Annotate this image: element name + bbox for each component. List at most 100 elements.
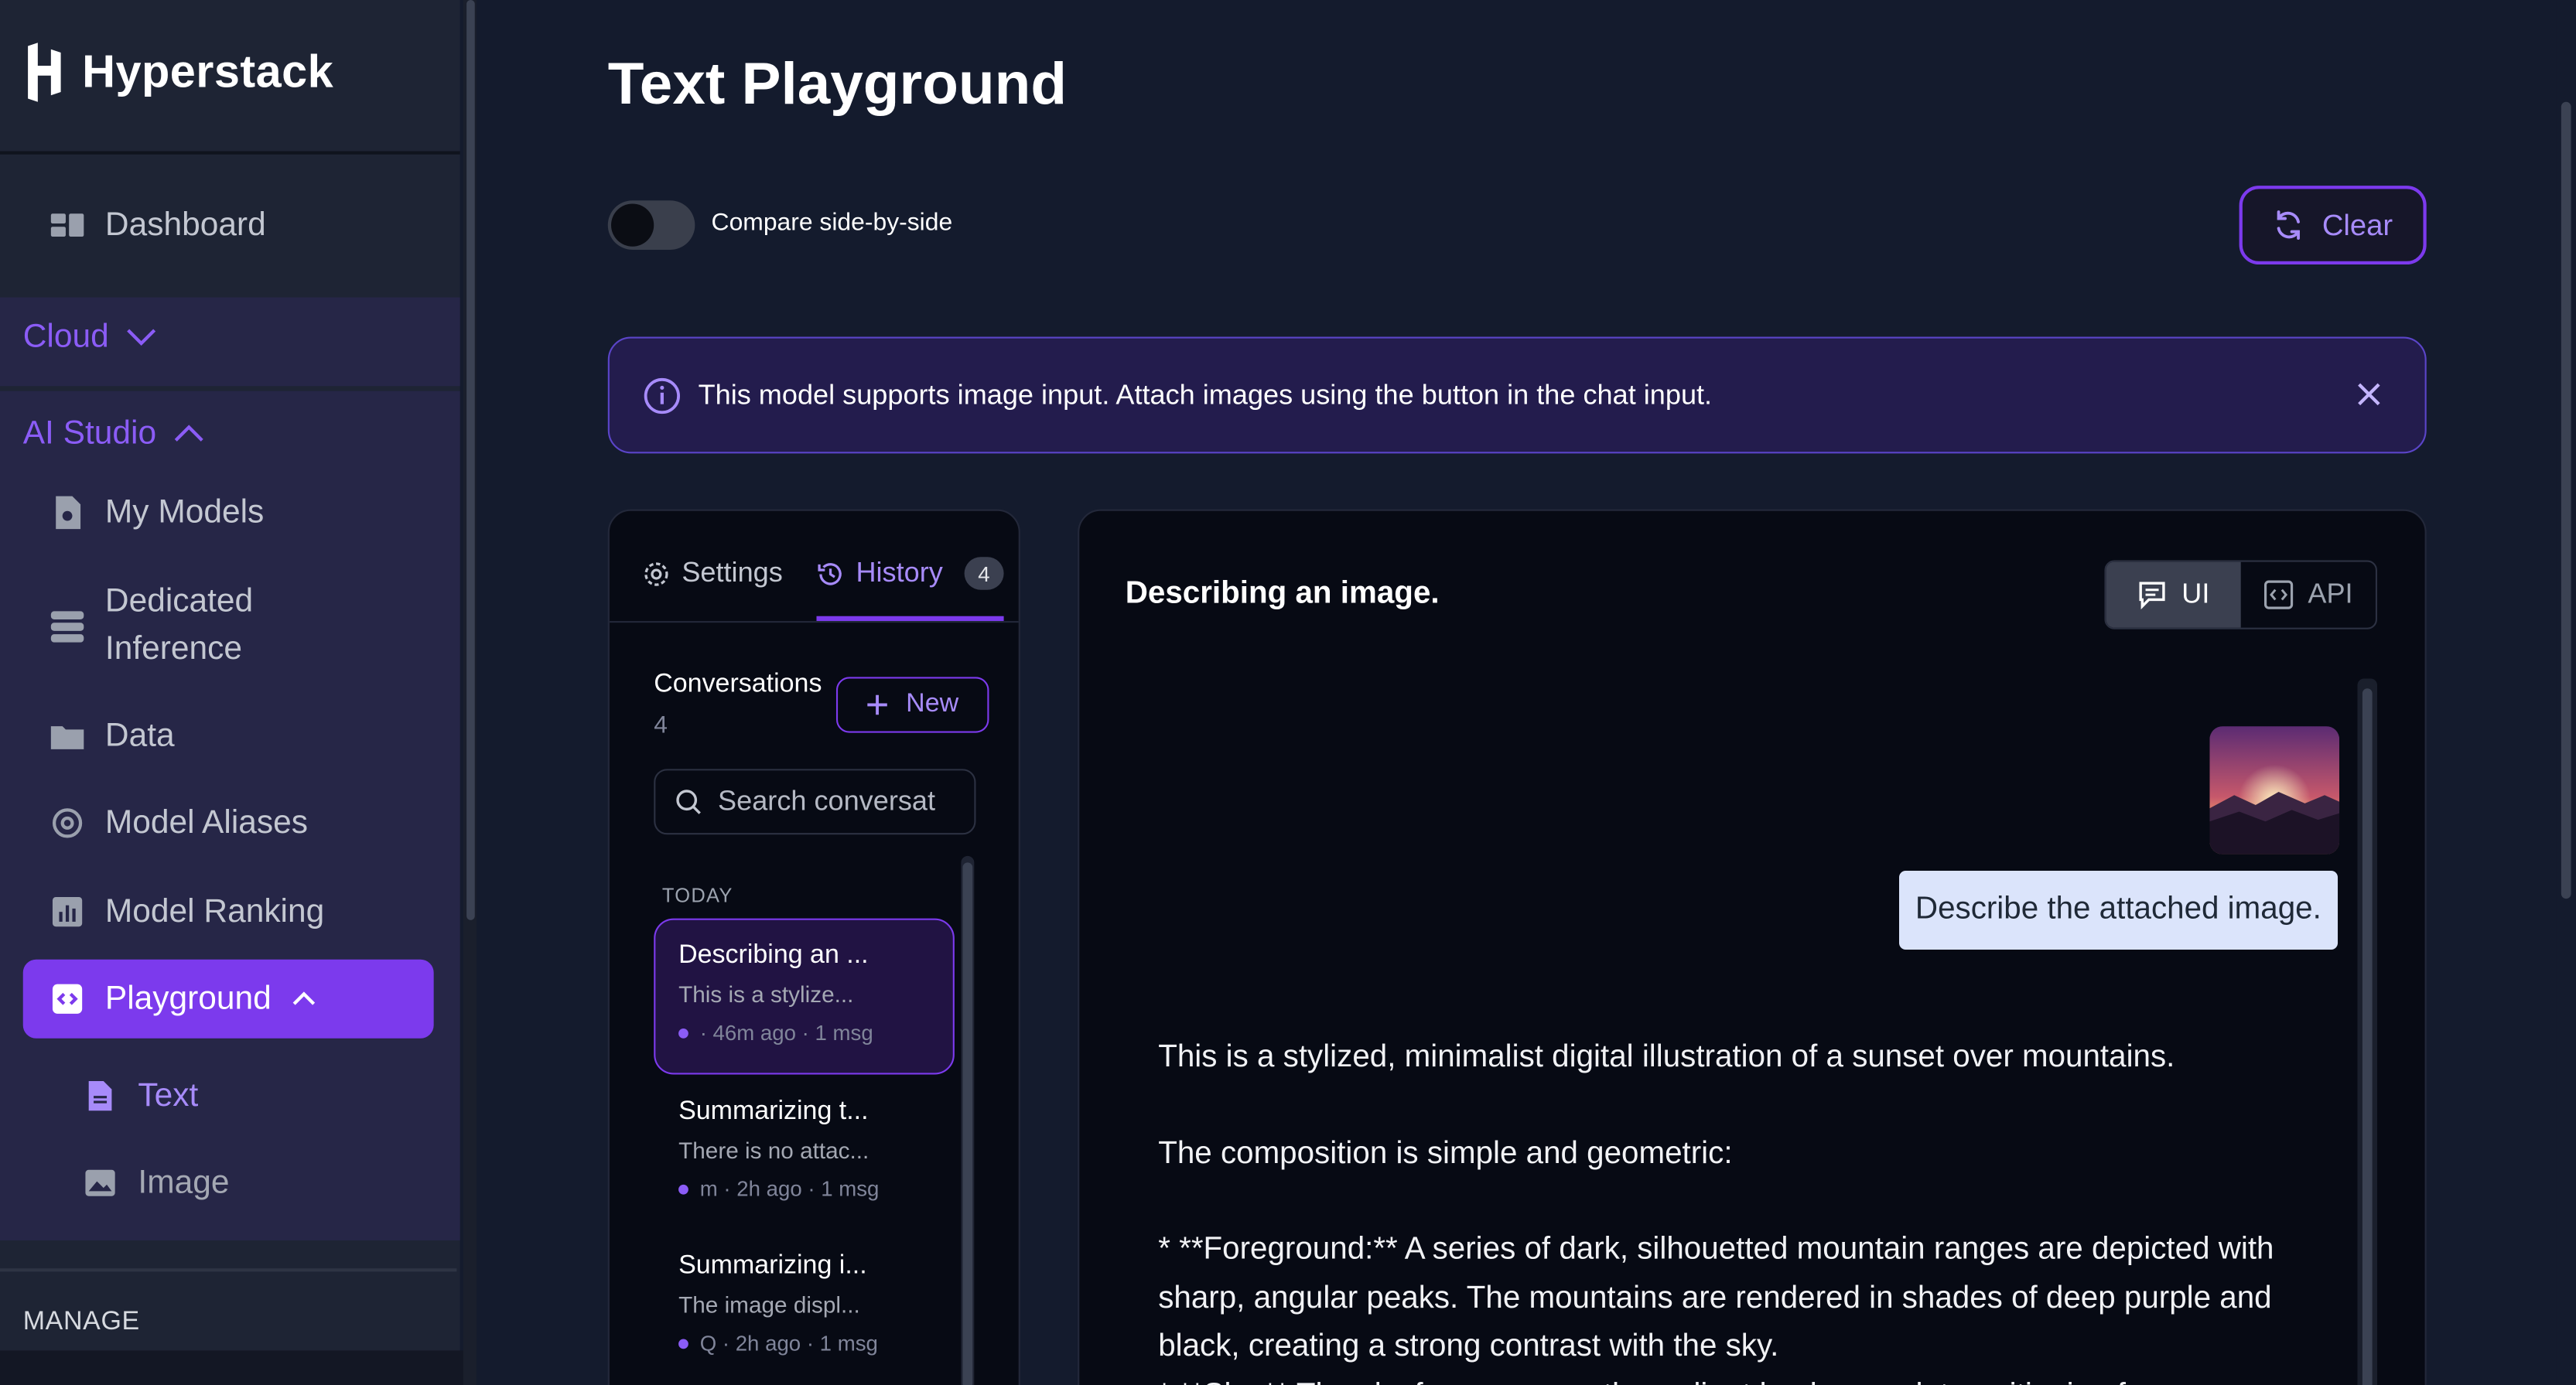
info-banner-text: This model supports image input. Attach …: [698, 378, 1713, 411]
sidebar-section-ai-studio[interactable]: AI Studio: [23, 401, 206, 466]
chat-panel: Describing an image. UI API Describe the…: [1078, 509, 2427, 1385]
logo[interactable]: Hyperstack: [23, 39, 333, 105]
info-icon: [644, 377, 680, 414]
user-message: Describe the attached image.: [1898, 871, 2339, 950]
view-api-label: API: [2308, 578, 2353, 610]
sidebar-item-model-ranking[interactable]: Model Ranking: [23, 872, 434, 951]
tab-label: History: [856, 557, 943, 588]
conversation-snippet: There is no attac...: [678, 1137, 869, 1164]
text-file-icon: [82, 1078, 118, 1114]
plus-icon: [868, 694, 888, 715]
sidebar-item-label: Text: [138, 1076, 199, 1114]
folder-icon: [50, 718, 86, 754]
view-ui-button[interactable]: UI: [2106, 561, 2241, 628]
conversation-search[interactable]: [654, 769, 976, 835]
chevron-up-icon: [175, 425, 204, 442]
info-banner: This model supports image input. Attach …: [607, 336, 2427, 454]
server-stack-icon: [50, 608, 86, 644]
sidebar-item-label: My Models: [104, 493, 265, 530]
conversation-item[interactable]: Summarizing t... There is no attac... m …: [654, 1074, 955, 1230]
tab-history[interactable]: History 4: [816, 557, 1004, 590]
clear-button-label: Clear: [2321, 207, 2393, 241]
conversation-title: Describing an ...: [678, 941, 869, 970]
app-name: Hyperstack: [82, 46, 334, 97]
divider: [0, 151, 460, 155]
sidebar-item-dashboard[interactable]: Dashboard: [23, 186, 434, 264]
conversations-count: 4: [654, 711, 668, 740]
scrollbar-thumb[interactable]: [2362, 688, 2373, 1385]
scrollbar-thumb[interactable]: [962, 862, 973, 1385]
page-title: Text Playground: [607, 49, 1068, 117]
conversation-title: Summarizing i...: [678, 1251, 867, 1281]
sidebar-section-cloud[interactable]: Cloud: [23, 304, 159, 370]
scrollbar-thumb[interactable]: [466, 0, 475, 920]
sidebar-item-my-models[interactable]: My Models: [23, 473, 434, 552]
conversation-list-scrollbar[interactable]: [961, 855, 975, 1385]
meta-text: Q · 2h ago · 1 msg: [699, 1330, 878, 1356]
conversation-item[interactable]: Summarizing i... The image displ... Q · …: [654, 1229, 955, 1385]
tab-settings[interactable]: Settings: [642, 557, 783, 589]
code-square-icon: [50, 981, 86, 1017]
history-icon: [818, 562, 842, 585]
assistant-message: This is a stylized, minimalist digital i…: [1158, 1033, 2341, 1385]
close-icon[interactable]: [2349, 374, 2389, 414]
compare-toggle[interactable]: [607, 200, 695, 250]
view-ui-label: UI: [2181, 578, 2210, 610]
answer-paragraph: The composition is simple and geometric:: [1158, 1136, 1733, 1171]
sidebar-item-data[interactable]: Data: [23, 697, 434, 776]
conversation-meta: m · 2h ago · 1 msg: [678, 1176, 930, 1201]
sidebar-scrollbar[interactable]: [463, 0, 477, 1385]
chevron-down-icon: [127, 329, 156, 346]
history-count-badge: 4: [964, 557, 1004, 590]
view-api-button[interactable]: API: [2241, 562, 2376, 628]
chat-title: Describing an image.: [1125, 576, 1440, 612]
status-dot: [678, 1338, 688, 1349]
sidebar-item-label: Model Aliases: [104, 803, 308, 841]
conversation-meta: Q · 2h ago · 1 msg: [678, 1331, 930, 1356]
chat-scrollbar[interactable]: [2357, 678, 2377, 1385]
history-panel: Settings History 4 Conversations 4 New T…: [607, 509, 1020, 1385]
image-icon: [82, 1165, 118, 1201]
search-input[interactable]: [718, 785, 965, 819]
scrollbar-thumb[interactable]: [2561, 101, 2571, 899]
compare-toggle-label: Compare side-by-side: [711, 208, 953, 237]
sidebar-subitem-image[interactable]: Image: [56, 1144, 433, 1223]
sidebar-item-label: Image: [138, 1164, 230, 1201]
gear-icon: [644, 561, 668, 585]
sidebar-item-playground[interactable]: Playground: [22, 959, 434, 1039]
hyperstack-logo-icon: [28, 43, 61, 102]
sidebar-item-label: Playground: [104, 980, 272, 1017]
divider: [0, 1268, 457, 1272]
manage-section-label: MANAGE: [22, 1308, 140, 1336]
bar-chart-icon: [50, 894, 86, 930]
app-window: Hyperstack Dashboard Cloud AI Studio My …: [0, 0, 2576, 1385]
conversation-title: Summarizing t...: [678, 1097, 869, 1126]
sidebar-item-model-aliases[interactable]: Model Aliases: [23, 783, 434, 862]
dashboard-icon: [50, 207, 86, 244]
clear-button[interactable]: Clear: [2239, 186, 2427, 265]
section-label: AI Studio: [22, 414, 157, 452]
answer-paragraph: This is a stylized, minimalist digital i…: [1158, 1039, 2175, 1075]
model-file-icon: [50, 495, 86, 531]
tab-label: Settings: [682, 557, 783, 588]
conversation-item[interactable]: Describing an ... This is a stylize... ·…: [654, 918, 955, 1075]
attached-image-thumbnail[interactable]: [2209, 726, 2340, 855]
group-label-today: TODAY: [661, 884, 733, 907]
sidebar-subitem-text[interactable]: Text: [56, 1056, 433, 1135]
conversations-title: Conversations: [654, 670, 822, 698]
sidebar-item-label: Model Ranking: [104, 892, 325, 930]
sidebar-item-label: Dedicated Inference: [104, 583, 254, 667]
status-dot: [678, 1027, 688, 1038]
sidebar-item-label: Data: [104, 717, 175, 754]
answer-list-item: * **Sky:** The sky forms a smooth gradie…: [1158, 1371, 2341, 1385]
view-switch: UI API: [2104, 560, 2377, 629]
conversation-snippet: The image displ...: [678, 1291, 860, 1318]
meta-text: m · 2h ago · 1 msg: [699, 1176, 880, 1202]
refresh-icon: [2277, 210, 2301, 240]
at-sign-icon: [50, 805, 86, 841]
new-conversation-button[interactable]: New: [835, 677, 989, 733]
page-scrollbar[interactable]: [2556, 0, 2576, 1385]
sidebar-item-dedicated-inference[interactable]: Dedicated Inference: [23, 575, 434, 677]
meta-text: · 46m ago · 1 msg: [699, 1020, 873, 1046]
conversation-meta: · 46m ago · 1 msg: [678, 1020, 930, 1045]
